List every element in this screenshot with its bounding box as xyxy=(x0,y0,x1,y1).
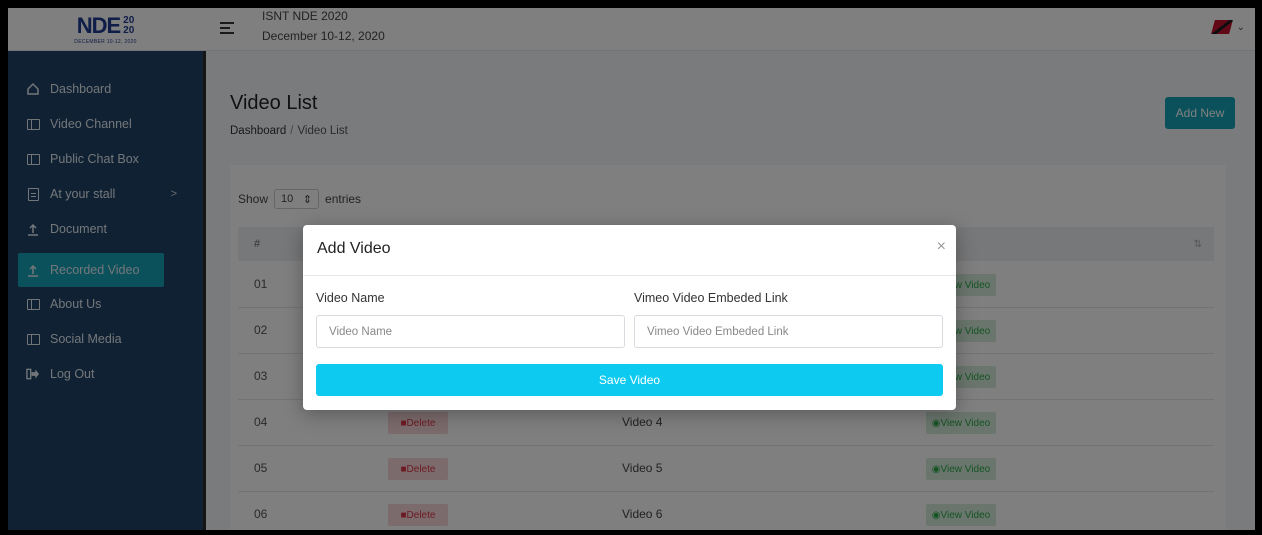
save-video-button[interactable]: Save Video xyxy=(316,364,943,396)
add-video-modal: Add Video × Video Name Vimeo Video Embed… xyxy=(303,225,956,410)
video-name-input[interactable] xyxy=(316,315,625,348)
close-icon[interactable]: × xyxy=(937,238,946,256)
modal-title: Add Video xyxy=(317,240,391,257)
vimeo-link-label: Vimeo Video Embeded Link xyxy=(634,291,788,305)
modal-header: Add Video × xyxy=(303,225,956,276)
vimeo-link-input[interactable] xyxy=(634,315,943,348)
app-frame: NDE 20 20 DECEMBER 10-12, 2020 ISNT NDE … xyxy=(8,8,1255,530)
video-name-label: Video Name xyxy=(316,291,385,305)
